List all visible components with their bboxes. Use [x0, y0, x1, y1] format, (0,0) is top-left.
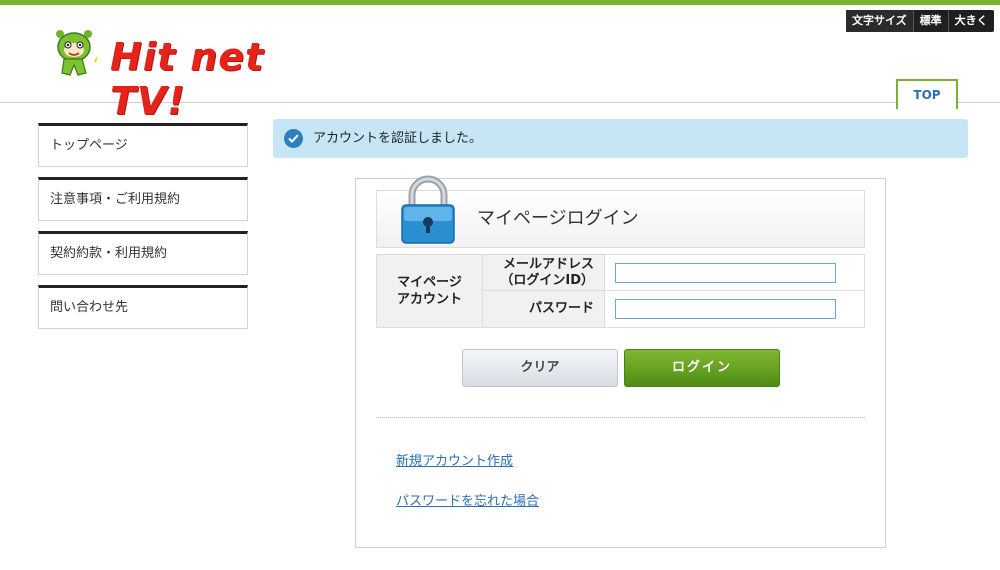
- padlock-icon: [401, 175, 455, 244]
- password-field[interactable]: [615, 299, 836, 319]
- account-group-label-line1: マイページ: [397, 275, 462, 290]
- sidebar-item-notes-terms[interactable]: 注意事項・ご利用規約: [38, 177, 248, 221]
- forgot-password-link[interactable]: パスワードを忘れた場合: [396, 490, 539, 509]
- email-label-line1: メールアドレス: [502, 256, 594, 272]
- mascot-icon: [56, 30, 98, 76]
- clear-button[interactable]: クリア: [462, 349, 618, 387]
- sidebar-nav: トップページ 注意事項・ご利用規約 契約約款・利用規約 問い合わせ先: [38, 123, 248, 339]
- login-panel-header: マイページログイン: [376, 175, 865, 248]
- divider: [376, 417, 865, 418]
- login-panel: マイページログイン マイページ アカウント メールアドレス （ログインID） パ…: [355, 175, 886, 548]
- password-label: パスワード: [483, 291, 605, 327]
- login-title: マイページログイン: [477, 208, 639, 229]
- site-header: Hit net TV! 文字サイズ 標準 大きく TOP: [0, 5, 1000, 123]
- check-circle-icon: [284, 129, 303, 148]
- password-row: パスワード: [483, 291, 864, 327]
- email-row: メールアドレス （ログインID）: [483, 255, 864, 291]
- account-group-label-line2: アカウント: [396, 292, 462, 307]
- sidebar-item-contract-terms[interactable]: 契約約款・利用規約: [38, 231, 248, 275]
- font-size-standard-button[interactable]: 標準: [914, 10, 949, 32]
- success-alert: アカウントを認証しました。: [273, 119, 968, 158]
- font-size-label: 文字サイズ: [846, 10, 914, 32]
- account-group-label: マイページ アカウント: [377, 255, 483, 327]
- sidebar-item-top-page[interactable]: トップページ: [38, 123, 248, 167]
- login-form-table: マイページ アカウント メールアドレス （ログインID） パスワード: [376, 254, 865, 328]
- password-label-text: パスワード: [528, 301, 594, 316]
- site-logo[interactable]: Hit net TV!: [52, 25, 342, 123]
- logo-wordmark: Hit net TV!: [110, 35, 265, 123]
- sidebar-item-contact[interactable]: 問い合わせ先: [38, 285, 248, 329]
- alert-message: アカウントを認証しました。: [313, 131, 483, 146]
- login-button[interactable]: ログイン: [624, 349, 780, 387]
- tab-top[interactable]: TOP: [896, 79, 958, 109]
- font-size-large-button[interactable]: 大きく: [949, 10, 994, 32]
- email-label-line2: （ログインID）: [500, 272, 594, 288]
- email-label: メールアドレス （ログインID）: [483, 255, 605, 290]
- create-account-link[interactable]: 新規アカウント作成: [396, 450, 513, 469]
- email-field[interactable]: [615, 263, 836, 283]
- font-size-switcher: 文字サイズ 標準 大きく: [846, 10, 994, 32]
